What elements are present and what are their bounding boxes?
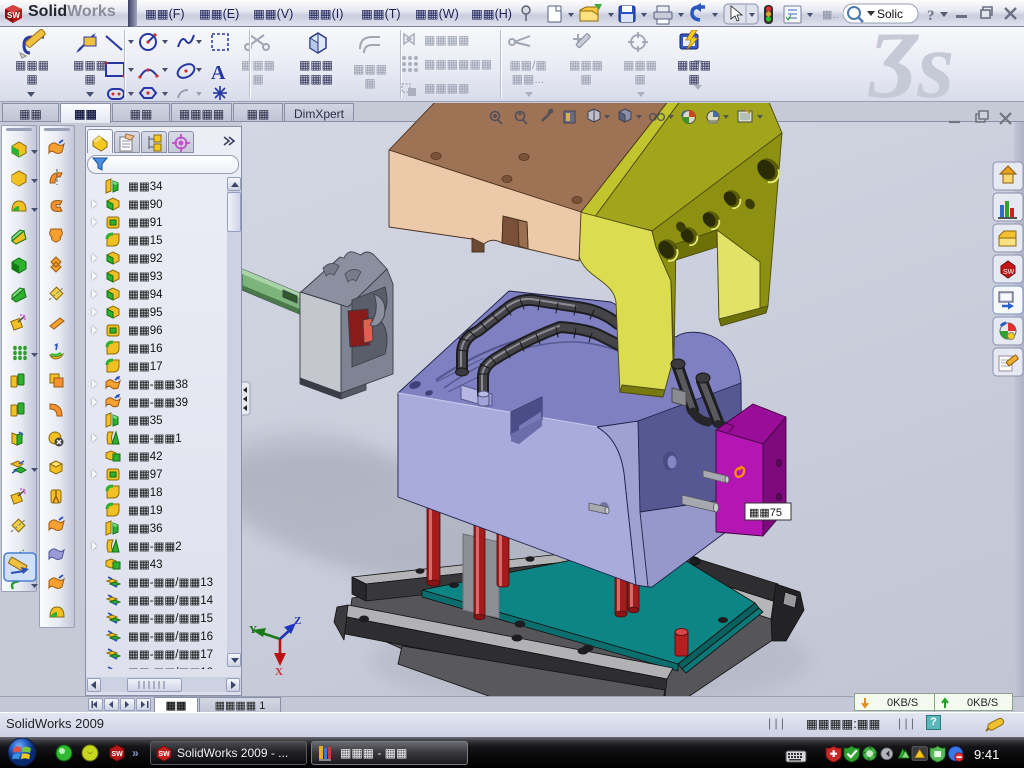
svg-text:SW: SW bbox=[7, 11, 20, 20]
svg-text:▦▦75: ▦▦75 bbox=[749, 507, 782, 519]
svg-text:Z: Z bbox=[294, 615, 301, 627]
svg-text:SW: SW bbox=[1003, 269, 1015, 276]
svg-text:▦..: ▦.. bbox=[822, 9, 839, 21]
svg-text:X: X bbox=[275, 666, 283, 678]
svg-text:»: » bbox=[132, 746, 139, 760]
svg-text:SW: SW bbox=[159, 751, 171, 758]
svg-text:SW: SW bbox=[112, 751, 124, 758]
svg-text:9:41: 9:41 bbox=[974, 747, 999, 762]
svg-text:Y: Y bbox=[249, 624, 257, 636]
svg-text:A: A bbox=[211, 62, 226, 84]
